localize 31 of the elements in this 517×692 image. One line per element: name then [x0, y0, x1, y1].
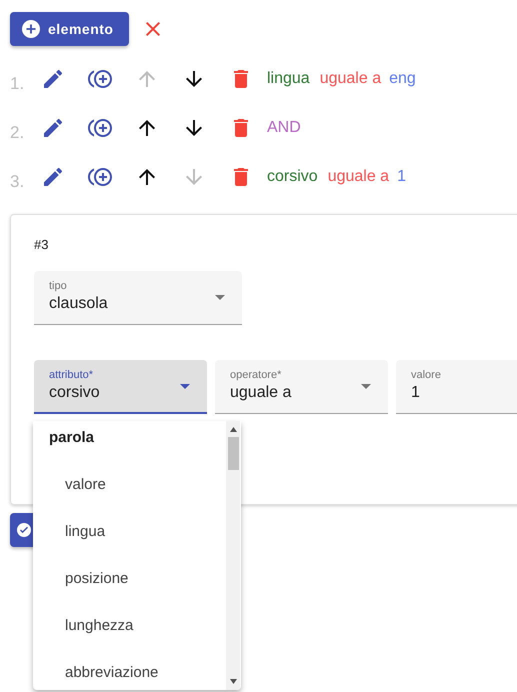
menu-item[interactable]: lunghezza — [33, 602, 225, 649]
select-field[interactable]: attributo* corsivo — [34, 360, 207, 414]
menu-item[interactable]: posizione — [33, 555, 225, 602]
condition-attribute: lingua — [267, 70, 310, 88]
menu-item[interactable]: abbreviazione — [33, 649, 225, 690]
dropdown-arrow-icon — [215, 295, 225, 300]
condition-connector: AND — [267, 118, 301, 136]
card-title: #3 — [34, 237, 50, 254]
add-element-button[interactable]: elemento — [10, 12, 130, 46]
menu-group-header: parola — [48, 428, 96, 448]
row-number: 2. — [10, 122, 26, 142]
menu-item[interactable]: valore — [33, 461, 225, 508]
check-icon — [17, 523, 31, 537]
row-number: 1. — [10, 74, 26, 94]
condition-value: eng — [389, 70, 416, 88]
condition-operator: uguale a — [328, 168, 390, 186]
condition-operator: uguale a — [320, 70, 382, 88]
select-field[interactable]: operatore* uguale a — [215, 360, 388, 414]
condition-value: 1 — [397, 168, 406, 186]
select-field[interactable]: tipo clausola — [34, 271, 242, 325]
menu-item[interactable]: lingua — [33, 508, 225, 555]
scrollbar[interactable] — [226, 421, 240, 690]
scrollbar-thumb[interactable] — [228, 437, 239, 470]
scroll-down-icon[interactable] — [230, 679, 237, 684]
plus-circle-icon — [22, 20, 40, 38]
condition-attribute: corsivo — [267, 168, 318, 186]
row-number: 3. — [10, 172, 26, 192]
scroll-up-icon[interactable] — [230, 427, 237, 432]
input-field[interactable]: valore 1 — [396, 360, 517, 414]
dropdown-arrow-icon — [180, 384, 190, 389]
dropdown-arrow-icon — [361, 384, 371, 389]
